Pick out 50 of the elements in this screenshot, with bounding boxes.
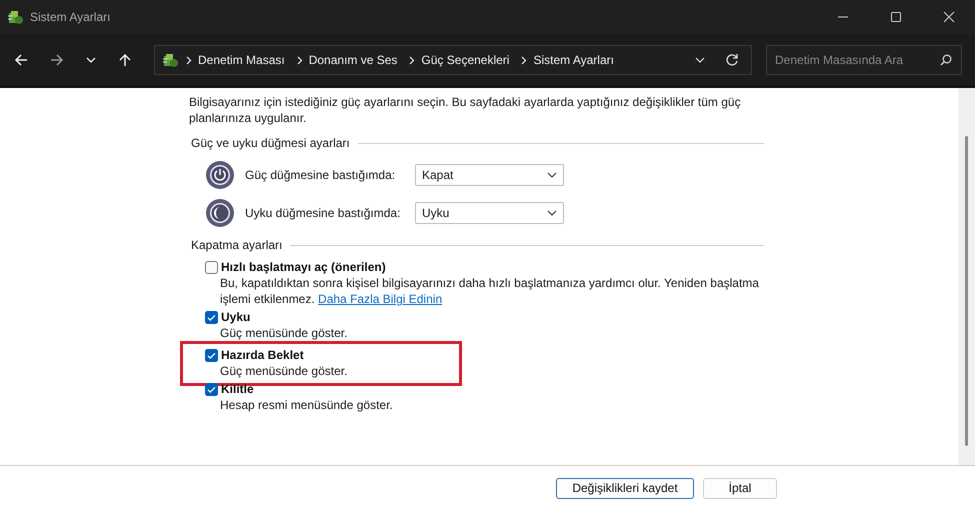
checkbox[interactable] <box>205 260 218 274</box>
app-icon <box>8 10 23 24</box>
option-label: Hazırda Beklet <box>221 348 304 362</box>
option-description: Güç menüsünde göster. <box>220 325 348 341</box>
breadcrumb-item[interactable]: Donanım ve Ses <box>308 53 398 67</box>
section-title: Güç ve uyku düğmesi ayarları <box>191 136 350 150</box>
search-icon[interactable] <box>940 54 952 66</box>
checkbox[interactable] <box>205 348 218 362</box>
power-icon <box>205 160 235 190</box>
close-icon[interactable] <box>943 11 955 23</box>
maximize-icon[interactable] <box>890 11 902 23</box>
scrollbar-thumb[interactable] <box>965 136 968 446</box>
option-label: Kilitle <box>221 382 254 396</box>
address-bar[interactable]: Denetim Masası Donanım ve Ses Güç Seçenekleri Sistem Ayarları <box>154 45 752 75</box>
chevron-down-icon <box>547 170 557 180</box>
chevron-right-icon <box>186 56 192 64</box>
field-label: Güç düğmesine bastığımda: <box>245 168 396 182</box>
chevron-down-icon[interactable] <box>695 55 705 65</box>
option-description: Bu, kapatıldıktan sonra kişisel bilgisayarınızı daha hızlı başlatmanıza yardımcı olur. Yeniden başlatma işlemi etkilenmez. Daha Fazla Bilgi Edinin <box>220 275 760 307</box>
option-description: Hesap resmi menüsünde göster. <box>220 397 394 413</box>
up-icon[interactable] <box>118 53 132 67</box>
window-title: Sistem Ayarları <box>30 10 110 24</box>
dialog-button[interactable]: Değişiklikleri kaydet <box>556 478 694 498</box>
chevron-down-icon <box>547 208 557 218</box>
checkbox[interactable] <box>205 310 218 324</box>
forward-icon[interactable] <box>50 53 64 67</box>
dropdown[interactable]: Uyku <box>415 202 564 224</box>
chevron-right-icon <box>296 56 303 64</box>
breadcrumb-item[interactable]: Güç Seçenekleri <box>421 53 510 67</box>
app-icon <box>163 52 178 68</box>
moon-icon <box>205 198 235 228</box>
back-icon[interactable] <box>14 53 28 67</box>
option-label: Uyku <box>221 310 250 324</box>
option-description: Güç menüsünde göster. <box>220 363 348 379</box>
dropdown[interactable]: Kapat <box>415 164 564 186</box>
section-title: Kapatma ayarları <box>191 238 282 252</box>
option-label: Hızlı başlatmayı aç (önerilen) <box>221 260 386 274</box>
chevron-right-icon <box>521 56 528 64</box>
chevron-right-icon <box>409 56 416 64</box>
chevron-down-icon[interactable] <box>86 55 96 65</box>
field-label: Uyku düğmesine bastığımda: <box>245 206 402 220</box>
learn-more-link[interactable]: Daha Fazla Bilgi Edinin <box>318 292 442 306</box>
breadcrumb-item[interactable]: Denetim Masası <box>198 53 285 67</box>
breadcrumb-item[interactable]: Sistem Ayarları <box>533 53 614 67</box>
scrollbar[interactable] <box>958 88 975 465</box>
checkbox[interactable] <box>205 382 218 396</box>
search-field[interactable]: Denetim Masasında Ara <box>766 45 962 75</box>
refresh-icon[interactable] <box>725 53 739 67</box>
description-text: Bilgisayarınız için istediğiniz güç ayarlarını seçin. Bu sayfadaki ayarlarda yaptığınız değişiklikler tüm güç planlarınıza uygulanır. <box>189 94 742 126</box>
dialog-button[interactable]: İptal <box>703 478 777 498</box>
